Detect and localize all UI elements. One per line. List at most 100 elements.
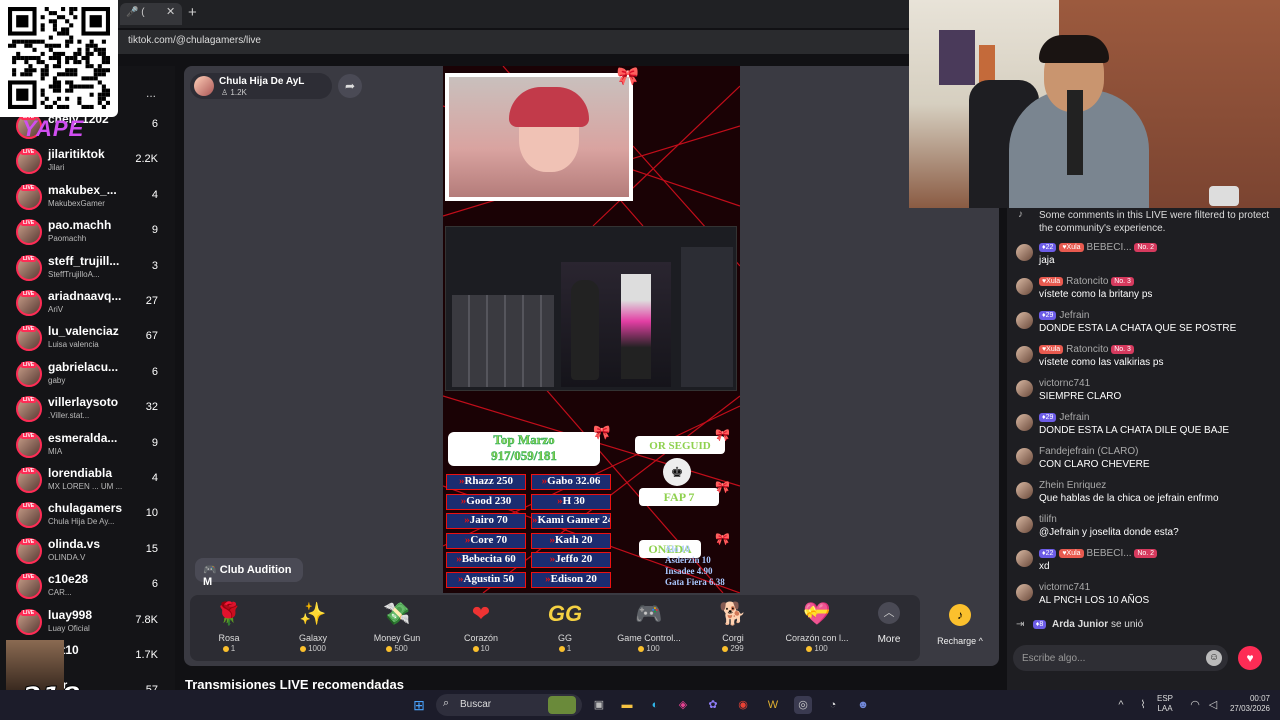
- avatar[interactable]: [1016, 414, 1033, 431]
- close-tab-icon[interactable]: ✕: [166, 5, 175, 18]
- avatar[interactable]: LIVE: [16, 254, 42, 281]
- wifi-icon[interactable]: ◠: [1186, 696, 1204, 714]
- avatar[interactable]: [1016, 482, 1033, 499]
- more-gifts-button[interactable]: ︿ More: [872, 600, 906, 645]
- avatar[interactable]: [1016, 380, 1033, 397]
- avatar[interactable]: LIVE: [16, 467, 42, 493]
- chrome-icon[interactable]: ◉: [734, 696, 752, 714]
- chat-user[interactable]: ♦29 Jefrain: [1039, 412, 1089, 423]
- avatar[interactable]: LIVE: [16, 396, 42, 423]
- sidebar-item-8[interactable]: LIVE villerlaysoto .Viller.stat... 32: [16, 393, 176, 428]
- game-controller-icon[interactable]: 🎮: [611, 600, 687, 628]
- sidebar-item-name[interactable]: lorendiabla: [48, 466, 112, 480]
- sidebar-item-name[interactable]: luay998: [48, 608, 92, 622]
- sidebar-item-name[interactable]: ariadnaavq...: [48, 289, 121, 303]
- game-launcher-icon[interactable]: W: [764, 696, 782, 714]
- system-clock[interactable]: 00:07 27/03/2026: [1226, 694, 1270, 714]
- windows-start-icon[interactable]: ⊞: [410, 696, 428, 714]
- heart-box-icon[interactable]: 💝: [779, 600, 855, 628]
- chat-user[interactable]: Fandejefrain (CLARO): [1039, 446, 1138, 457]
- sidebar-item-name[interactable]: villerlaysoto: [48, 395, 118, 409]
- chevron-up-icon[interactable]: ︿: [878, 602, 900, 624]
- chat-user[interactable]: ♥Xula Ratoncito No. 3: [1039, 344, 1137, 355]
- avatar[interactable]: [1016, 516, 1033, 533]
- sidebar-item-2[interactable]: LIVE makubex_... MakubexGamer 4: [16, 181, 176, 216]
- emoji-icon[interactable]: ☺: [1206, 650, 1222, 666]
- chat-user[interactable]: ♥Xula Ratoncito No. 3: [1039, 276, 1137, 287]
- chat-user[interactable]: victornc741: [1039, 378, 1090, 389]
- sidebar-item-10[interactable]: LIVE lorendiabla MX LOREN ... UM ... 4: [16, 464, 176, 499]
- avatar[interactable]: LIVE: [16, 360, 42, 387]
- recharge-button[interactable]: ♪ Recharge ^: [928, 595, 992, 661]
- file-explorer-icon[interactable]: ▬: [618, 696, 636, 714]
- rose-icon[interactable]: 🌹: [191, 600, 267, 628]
- url-text[interactable]: tiktok.com/@chulagamers/live: [128, 35, 261, 46]
- avatar[interactable]: [1016, 448, 1033, 465]
- gift-4[interactable]: GG GG 1: [527, 600, 603, 653]
- obs-icon[interactable]: ◔: [824, 696, 842, 714]
- sidebar-item-6[interactable]: LIVE lu_valenciaz Luisa valencia 67: [16, 322, 176, 357]
- avatar[interactable]: [1016, 550, 1033, 567]
- chat-user[interactable]: ♦29 Jefrain: [1039, 310, 1089, 321]
- gift-1[interactable]: ✨ Galaxy 1000: [275, 600, 351, 653]
- sidebar-item-5[interactable]: LIVE ariadnaavq... AriV 27: [16, 287, 176, 322]
- chat-user[interactable]: tilifn: [1039, 514, 1057, 525]
- edge-icon[interactable]: ◐: [646, 696, 664, 714]
- club-button[interactable]: 🎮 Club Audition M: [195, 558, 303, 588]
- money-gun-icon[interactable]: 💸: [359, 600, 435, 628]
- sidebar-item-name[interactable]: esmeralda...: [48, 431, 117, 445]
- sidebar-item-name[interactable]: steff_trujill...: [48, 254, 119, 268]
- avatar[interactable]: LIVE: [16, 573, 42, 600]
- sidebar-item-4[interactable]: LIVE steff_trujill... SteffTrujilloA... 3: [16, 252, 176, 287]
- copilot-icon[interactable]: ✿: [704, 696, 722, 714]
- corgi-icon[interactable]: 🐕: [695, 600, 771, 628]
- chat-user[interactable]: ♦22 ♥Xula BEBECI... No. 2: [1039, 242, 1160, 253]
- volume-icon[interactable]: ◁: [1204, 696, 1222, 714]
- new-tab-icon[interactable]: +: [188, 4, 197, 21]
- sidebar-item-3[interactable]: LIVE pao.machh Paomachh 9: [16, 216, 176, 251]
- sidebar-item-name[interactable]: makubex_...: [48, 183, 117, 197]
- sidebar-item-name[interactable]: pao.machh: [48, 218, 111, 232]
- chat-user[interactable]: ♦22 ♥Xula BEBECI... No. 2: [1039, 548, 1160, 559]
- gift-3[interactable]: ❤ Corazón 10: [443, 600, 519, 653]
- avatar[interactable]: [1016, 312, 1033, 329]
- like-heart-icon[interactable]: ♥: [1238, 646, 1262, 670]
- host-avatar[interactable]: [194, 76, 214, 96]
- network-icon[interactable]: ⌇: [1134, 696, 1152, 714]
- sidebar-item-1[interactable]: LIVE jilaritiktok Jilari 2.2K: [16, 145, 176, 180]
- avatar[interactable]: LIVE: [16, 608, 42, 635]
- gift-5[interactable]: 🎮 Game Control... 100: [611, 600, 687, 653]
- taskbar-search-text[interactable]: Buscar: [460, 699, 491, 710]
- sidebar-item-name[interactable]: c10e28: [48, 572, 88, 586]
- discord-icon[interactable]: ☻: [854, 696, 872, 714]
- more-options-icon[interactable]: ...: [146, 86, 156, 100]
- sidebar-item-name[interactable]: olinda.vs: [48, 537, 100, 551]
- avatar[interactable]: [1016, 346, 1033, 363]
- gift-0[interactable]: 🌹 Rosa 1: [191, 600, 267, 653]
- avatar[interactable]: LIVE: [16, 325, 42, 352]
- avatar[interactable]: [1016, 278, 1033, 295]
- join-user[interactable]: Arda Junior: [1052, 619, 1108, 630]
- share-icon[interactable]: ➦: [338, 74, 362, 98]
- sidebar-item-name[interactable]: lu_valenciaz: [48, 324, 119, 338]
- avatar[interactable]: LIVE: [16, 502, 42, 529]
- chat-user[interactable]: victornc741: [1039, 582, 1090, 593]
- avatar[interactable]: LIVE: [16, 290, 42, 316]
- avatar[interactable]: LIVE: [16, 431, 42, 458]
- host-name[interactable]: Chula Hija De AyL: [219, 76, 304, 87]
- avatar[interactable]: [1016, 244, 1033, 261]
- gift-2[interactable]: 💸 Money Gun 500: [359, 600, 435, 653]
- task-view-icon[interactable]: ▣: [590, 696, 608, 714]
- avatar[interactable]: LIVE: [16, 148, 42, 175]
- sidebar-item-name[interactable]: gabrielacu...: [48, 360, 118, 374]
- sidebar-item-9[interactable]: LIVE esmeralda... MIA 9: [16, 429, 176, 464]
- chevron-up-icon[interactable]: ^: [1112, 696, 1130, 714]
- gg-icon[interactable]: GG: [527, 600, 603, 628]
- heart-icon[interactable]: ❤: [443, 600, 519, 628]
- chrome-active-icon[interactable]: ◎: [794, 696, 812, 714]
- sidebar-item-14[interactable]: LIVE luay998 Luay Oficial 7.8K: [16, 606, 176, 641]
- chat-user[interactable]: Zhein Enriquez: [1039, 480, 1106, 491]
- app-icon[interactable]: ◈: [674, 696, 692, 714]
- sidebar-item-13[interactable]: LIVE c10e28 CAR... 6: [16, 570, 176, 605]
- avatar[interactable]: LIVE: [16, 219, 42, 246]
